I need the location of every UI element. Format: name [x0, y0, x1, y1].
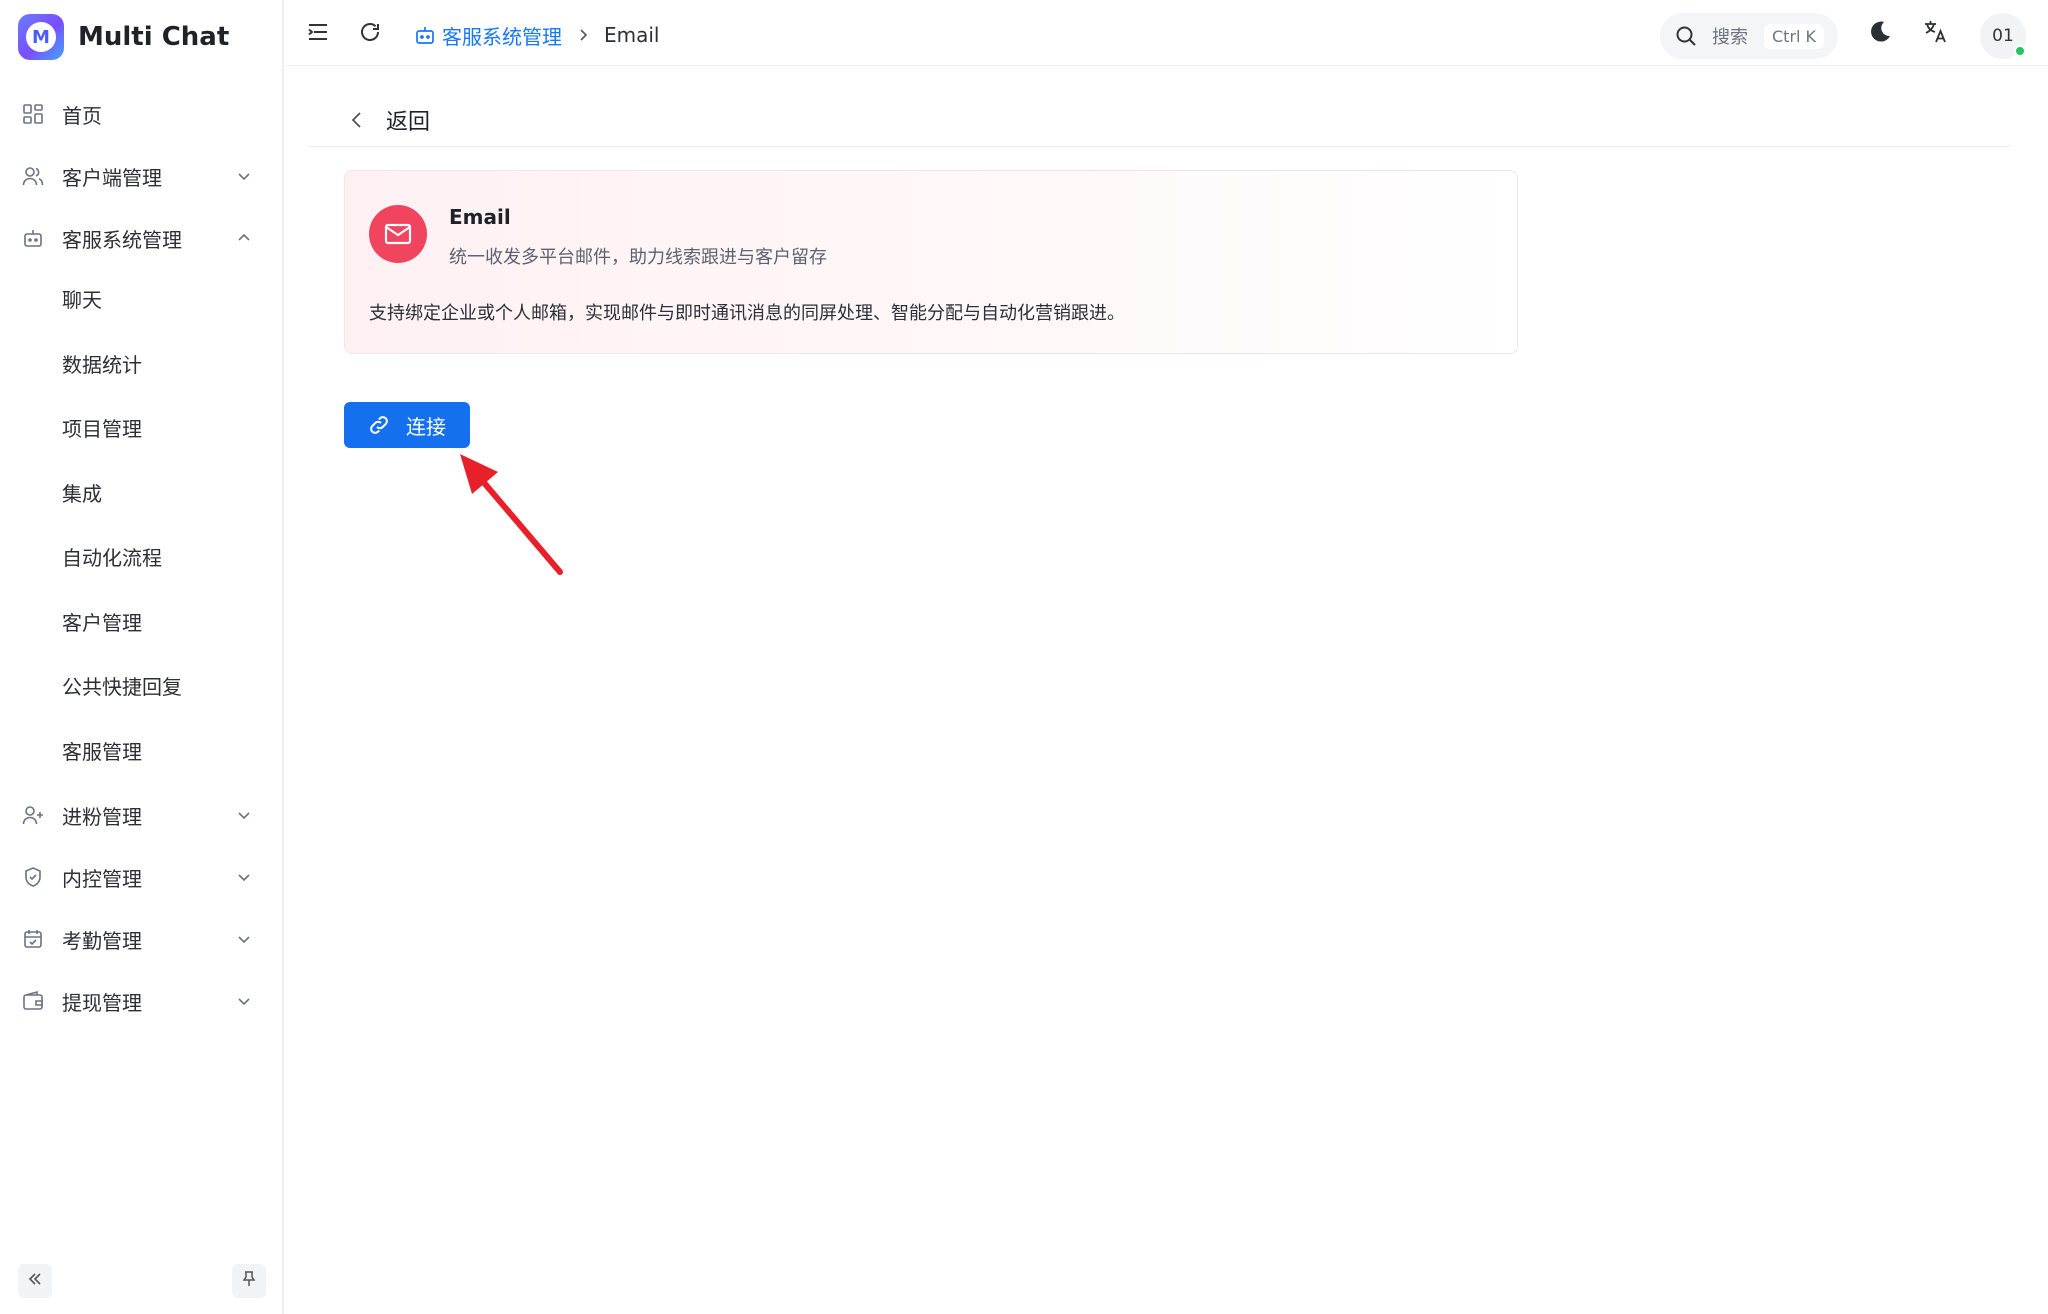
menu-fold-icon	[306, 20, 330, 48]
search-label: 搜索	[1712, 27, 1748, 48]
app-name: Multi Chat	[78, 22, 230, 52]
sidebar-item-cs-system[interactable]: 客服系统管理	[0, 212, 284, 264]
search-shortcut: Ctrl K	[1764, 23, 1825, 49]
sidebar-subitem-automation[interactable]: 自动化流程	[0, 530, 284, 582]
card-subtitle: 统一收发多平台邮件，助力线索跟进与客户留存	[449, 247, 827, 268]
refresh-button[interactable]	[356, 20, 384, 48]
sidebar-item-label: 进粉管理	[62, 804, 142, 829]
sidebar-item-internal-control[interactable]: 内控管理	[0, 851, 284, 903]
sidebar-item-client-management[interactable]: 客户端管理	[0, 150, 284, 202]
sidebar-subitem-agents[interactable]: 客服管理	[0, 724, 284, 776]
back-button[interactable]: 返回	[346, 100, 430, 140]
mail-icon	[369, 205, 427, 263]
collapse-sidebar-button[interactable]	[18, 1264, 52, 1298]
card-description: 支持绑定企业或个人邮箱，实现邮件与即时通讯消息的同屏处理、智能分配与自动化营销跟…	[369, 303, 1125, 324]
chevron-right-icon	[576, 28, 590, 42]
chevron-down-icon	[234, 929, 254, 949]
shield-icon	[22, 866, 44, 888]
chevron-down-icon	[234, 867, 254, 887]
robot-icon	[22, 227, 44, 249]
chevron-down-icon	[234, 991, 254, 1011]
translate-icon	[1923, 19, 1949, 49]
sidebar-subitem-projects[interactable]: 项目管理	[0, 401, 284, 453]
double-chevron-left-icon	[26, 1270, 44, 1292]
language-button[interactable]	[1922, 20, 1950, 48]
sidebar-item-label: 提现管理	[62, 990, 142, 1015]
robot-icon	[414, 24, 436, 46]
sidebar-item-withdrawal[interactable]: 提现管理	[0, 975, 284, 1027]
sidebar-item-label: 考勤管理	[62, 928, 142, 953]
breadcrumb-current: Email	[604, 23, 660, 47]
breadcrumb: 客服系统管理 Email	[414, 18, 660, 52]
search-icon	[1674, 24, 1698, 48]
sidebar-subitem-quick-replies[interactable]: 公共快捷回复	[0, 659, 284, 711]
sidebar-subitem-statistics[interactable]: 数据统计	[0, 337, 284, 389]
moon-icon	[1867, 19, 1893, 49]
annotation-arrow-icon	[460, 454, 563, 575]
sidebar-item-label: 首页	[62, 103, 102, 128]
user-plus-icon	[22, 804, 44, 826]
theme-toggle-button[interactable]	[1866, 20, 1894, 48]
connect-button[interactable]: 连接	[344, 402, 470, 448]
top-header: 客服系统管理 Email 搜索 Ctrl K 01	[286, 0, 2048, 66]
online-status-badge	[2014, 45, 2026, 57]
chevron-down-icon	[234, 805, 254, 825]
sidebar-subitem-customers[interactable]: 客户管理	[0, 595, 284, 647]
chevron-down-icon	[234, 166, 254, 186]
users-icon	[22, 165, 44, 187]
sidebar-subitem-integrations[interactable]: 集成	[0, 466, 284, 518]
email-integration-card: Email 统一收发多平台邮件，助力线索跟进与客户留存 支持绑定企业或个人邮箱，…	[344, 170, 1518, 354]
calendar-check-icon	[22, 928, 44, 950]
sidebar-item-leads[interactable]: 进粉管理	[0, 789, 284, 841]
app-logo-icon: M	[18, 14, 64, 60]
refresh-icon	[358, 20, 382, 48]
sidebar-item-label: 内控管理	[62, 866, 142, 891]
search-box[interactable]: 搜索 Ctrl K	[1660, 13, 1838, 59]
app-logo-letter: M	[26, 22, 56, 52]
back-label: 返回	[386, 110, 431, 135]
divider	[308, 146, 2010, 147]
breadcrumb-parent-label: 客服系统管理	[442, 24, 562, 49]
link-icon	[368, 414, 390, 436]
card-title: Email	[449, 205, 511, 229]
sidebar-item-home[interactable]: 首页	[0, 88, 284, 140]
sidebar-item-attendance[interactable]: 考勤管理	[0, 913, 284, 965]
sidebar-footer	[0, 1254, 284, 1314]
sidebar-subitem-chat[interactable]: 聊天	[0, 272, 284, 324]
pin-icon	[240, 1270, 258, 1292]
sidebar: M Multi Chat 首页 客户端管理 客服系统管理 聊天 数据统计 项目管…	[0, 0, 284, 1314]
chevron-up-icon	[234, 228, 254, 248]
chevron-left-icon	[346, 109, 368, 131]
sidebar-item-label: 客服系统管理	[62, 227, 182, 252]
connect-label: 连接	[406, 416, 446, 439]
wallet-icon	[22, 990, 44, 1012]
breadcrumb-parent[interactable]: 客服系统管理	[414, 21, 562, 50]
pin-sidebar-button[interactable]	[232, 1264, 266, 1298]
menu-toggle-button[interactable]	[304, 20, 332, 48]
sidebar-item-label: 客户端管理	[62, 165, 162, 190]
dashboard-icon	[22, 103, 44, 125]
brand[interactable]: M Multi Chat	[18, 14, 229, 60]
